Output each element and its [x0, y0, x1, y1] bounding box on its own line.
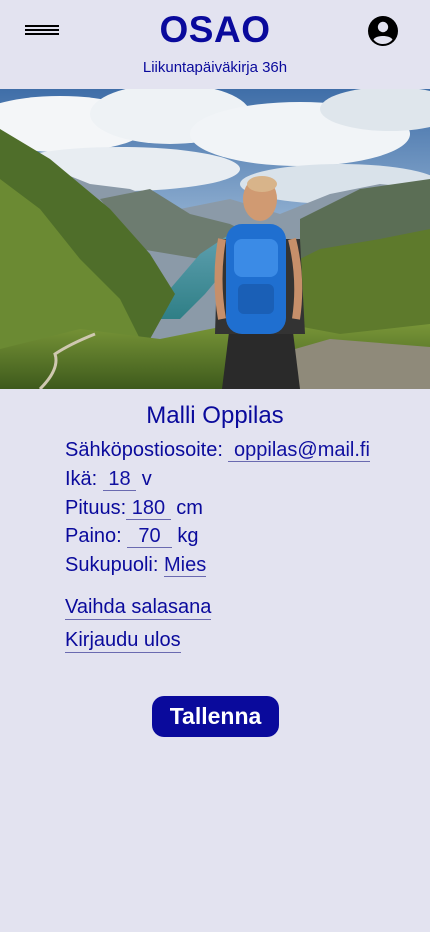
age-field[interactable]: 18	[102, 468, 137, 491]
height-field[interactable]: 180	[126, 497, 171, 520]
age-label: Ikä:	[65, 468, 98, 490]
weight-label: Paino:	[65, 525, 122, 547]
gender-field[interactable]: Mies	[163, 554, 207, 577]
age-unit: v	[141, 468, 152, 490]
account-circle-icon[interactable]	[367, 15, 399, 47]
height-unit: cm	[176, 497, 203, 519]
weight-unit: kg	[177, 525, 199, 547]
weight-field[interactable]: 70	[127, 525, 172, 548]
change-password-link[interactable]: Vaihda salasana	[65, 596, 212, 620]
brand-title: OSAO	[159, 9, 271, 50]
gender-label: Sukupuoli:	[65, 554, 159, 576]
app-subtitle: Liikuntapäiväkirja 36h	[142, 59, 288, 76]
weight-row: Paino: 70 kg	[65, 525, 198, 548]
app-header: OSAO Liikuntapäiväkirja 36h	[0, 0, 430, 89]
email-label: Sähköpostiosoite:	[65, 439, 223, 461]
hero-image-hiker-mountains	[0, 89, 430, 389]
gender-row: Sukupuoli: Mies	[65, 554, 207, 577]
student-name: Malli Oppilas	[146, 402, 284, 429]
age-row: Ikä: 18 v	[65, 468, 152, 491]
height-row: Pituus: 180 cm	[65, 497, 203, 520]
email-field[interactable]: oppilas@mail.fi	[228, 439, 370, 462]
height-label: Pituus:	[65, 497, 127, 519]
save-button[interactable]: Tallenna	[152, 696, 279, 737]
email-row: Sähköpostiosoite: oppilas@mail.fi	[65, 439, 370, 462]
logout-link[interactable]: Kirjaudu ulos	[65, 629, 181, 653]
